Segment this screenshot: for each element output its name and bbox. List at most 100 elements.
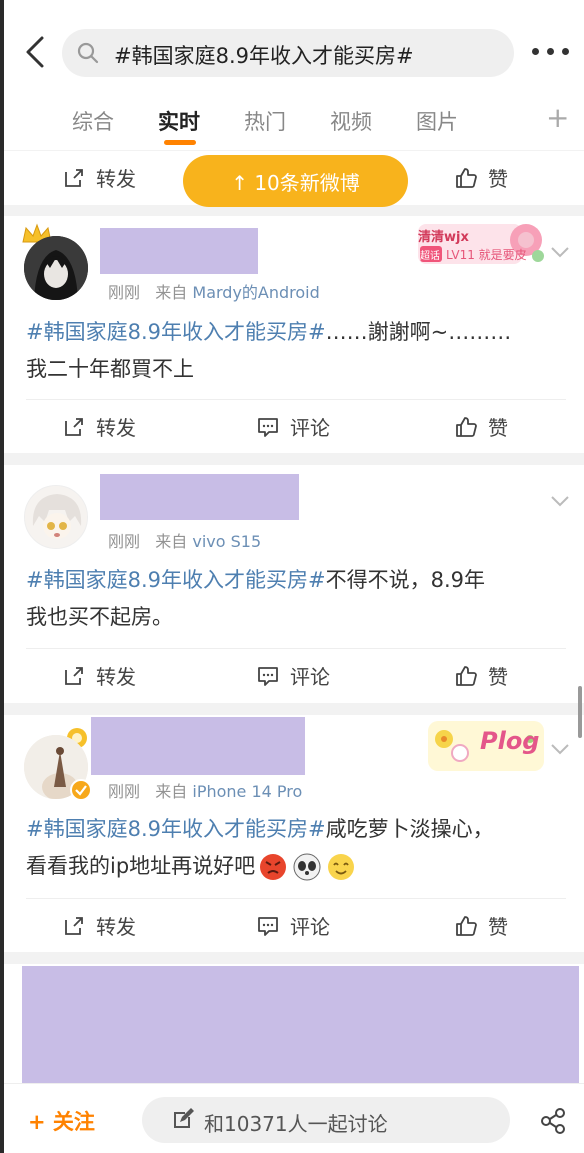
chevron-down-icon[interactable]: [550, 246, 570, 258]
repost-button[interactable]: 转发: [62, 661, 136, 690]
post-card[interactable]: [4, 964, 584, 1083]
post-source[interactable]: vivo S15: [192, 532, 261, 551]
avatar[interactable]: [24, 485, 88, 549]
compose-icon: [174, 1108, 194, 1128]
post-text-line1: ……謝謝啊~………: [325, 320, 512, 344]
thumbs-up-icon: [456, 416, 477, 437]
comment-icon: [258, 666, 278, 686]
repost-icon: [65, 417, 83, 436]
tab-video[interactable]: 视频: [330, 106, 372, 136]
comment-label: 评论: [290, 915, 330, 939]
follow-button[interactable]: + 关注: [28, 1106, 95, 1136]
post-text-line2: 我也买不起房。: [26, 605, 173, 629]
like-label: 赞: [488, 915, 508, 939]
comment-button[interactable]: 评论: [256, 661, 330, 690]
more-options-icon[interactable]: [532, 48, 570, 58]
post-from-label: 来自: [155, 283, 188, 302]
redacted-content: [22, 966, 579, 1083]
new-posts-button[interactable]: ↑ 10条新微博: [183, 155, 408, 207]
angry-emoji-icon: [260, 853, 287, 880]
redacted-username: [100, 474, 299, 520]
panda-emoji-icon: [293, 853, 321, 880]
divider: [26, 898, 566, 899]
like-label: 赞: [488, 167, 508, 191]
repost-icon: [65, 168, 83, 187]
post-text: #韩国家庭8.9年收入才能买房#不得不说，8.9年 我也买不起房。: [26, 562, 556, 636]
post-text-line1: 不得不说，8.9年: [325, 568, 485, 592]
divider: [26, 399, 566, 400]
search-input[interactable]: #韩国家庭8.9年收入才能买房#: [62, 29, 514, 77]
repost-label: 转发: [96, 915, 136, 939]
like-label: 赞: [488, 416, 508, 440]
like-button[interactable]: 赞: [454, 163, 508, 192]
tab-images[interactable]: 图片: [416, 106, 458, 136]
scrollbar[interactable]: [578, 686, 582, 738]
post-text-line1: 咸吃萝卜淡操心，: [325, 817, 494, 841]
tab-hot[interactable]: 热门: [244, 106, 286, 136]
hashtag-link[interactable]: #韩国家庭8.9年收入才能买房#: [26, 568, 326, 592]
fan-badge-tag: 超话: [420, 251, 440, 262]
search-icon: [77, 42, 99, 64]
post-time: 刚刚: [108, 782, 141, 801]
discuss-input[interactable]: 和10371人一起讨论: [142, 1097, 510, 1143]
plog-badge-text: Plog: [480, 727, 540, 755]
repost-icon: [65, 666, 83, 685]
post-text-line2: 看看我的ip地址再说好吧: [26, 854, 256, 878]
redacted-username: [100, 228, 258, 274]
tab-realtime[interactable]: 实时: [158, 106, 200, 136]
post-source[interactable]: iPhone 14 Pro: [192, 782, 302, 801]
back-arrow-icon[interactable]: [22, 34, 50, 70]
repost-label: 转发: [96, 416, 136, 440]
post-text-line2: 我二十年都買不上: [26, 357, 194, 381]
hashtag-link[interactable]: #韩国家庭8.9年收入才能买房#: [26, 817, 326, 841]
hashtag-link[interactable]: #韩国家庭8.9年收入才能买房#: [26, 320, 326, 344]
search-query: #韩国家庭8.9年收入才能买房#: [114, 44, 414, 68]
smile-emoji-icon: [328, 853, 355, 880]
add-tab-button[interactable]: +: [546, 104, 569, 132]
post-card[interactable]: Plog 刚刚 来自 iPhone 14 Pro #韩国家庭8.9年收入才能买房…: [4, 715, 584, 952]
comment-label: 评论: [290, 416, 330, 440]
comment-icon: [258, 916, 278, 936]
post-meta: 刚刚 来自 vivo S15: [108, 528, 261, 552]
fan-badge-name: 清清wjx: [418, 230, 469, 245]
avatar-illustration: [25, 486, 87, 548]
repost-button[interactable]: 转发: [62, 911, 136, 940]
tab-bar: 综合 实时 热门 视频 图片 +: [4, 88, 584, 150]
fan-badge-level: LV11 就是要皮: [446, 248, 527, 262]
share-icon[interactable]: [540, 1108, 568, 1134]
avatar[interactable]: [24, 236, 88, 300]
repost-label: 转发: [96, 665, 136, 689]
post-source[interactable]: Mardy的Android: [192, 283, 319, 302]
post-text: #韩国家庭8.9年收入才能买房#……謝謝啊~……… 我二十年都買不上: [26, 314, 556, 388]
chevron-down-icon[interactable]: [550, 743, 570, 755]
tab-comprehensive[interactable]: 综合: [72, 106, 114, 136]
post-time: 刚刚: [108, 532, 141, 551]
redacted-username: [91, 717, 305, 775]
comment-icon: [258, 417, 278, 437]
avatar-illustration: [24, 236, 88, 300]
like-label: 赞: [488, 665, 508, 689]
comment-button[interactable]: 评论: [256, 911, 330, 940]
post-card[interactable]: 刚刚 来自 vivo S15 #韩国家庭8.9年收入才能买房#不得不说，8.9年…: [4, 465, 584, 703]
thumbs-up-icon: [456, 167, 477, 188]
chevron-down-icon[interactable]: [550, 495, 570, 507]
like-button[interactable]: 赞: [454, 412, 508, 441]
comment-label: 评论: [290, 665, 330, 689]
post-card[interactable]: 清清wjx 超话 LV11 就是要皮 刚刚 来自 Mardy的Android #…: [4, 216, 584, 453]
repost-button[interactable]: 转发: [62, 412, 136, 441]
like-button[interactable]: 赞: [454, 661, 508, 690]
active-tab-indicator: [164, 140, 196, 145]
verified-badge-icon: [70, 779, 92, 801]
thumbs-up-icon: [456, 665, 477, 686]
top-bar: #韩国家庭8.9年收入才能买房#: [4, 0, 584, 88]
comment-button[interactable]: 评论: [256, 412, 330, 441]
post-from-label: 来自: [155, 782, 188, 801]
bottom-bar: + 关注 和10371人一起讨论: [4, 1083, 584, 1153]
like-button[interactable]: 赞: [454, 911, 508, 940]
post-from-label: 来自: [155, 532, 188, 551]
repost-label: 转发: [96, 167, 136, 191]
repost-button[interactable]: 转发: [62, 163, 136, 192]
post-text: #韩国家庭8.9年收入才能买房#咸吃萝卜淡操心， 看看我的ip地址再说好吧: [26, 811, 556, 885]
post-meta: 刚刚 来自 Mardy的Android: [108, 279, 320, 303]
thumbs-up-icon: [456, 915, 477, 936]
